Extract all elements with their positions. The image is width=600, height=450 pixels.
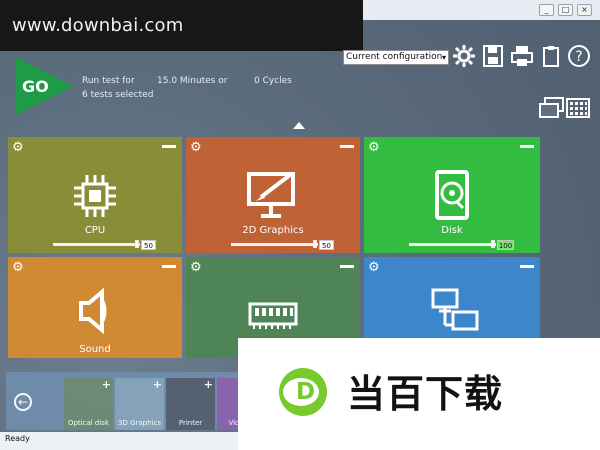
download-watermark-text: 当百下载: [347, 372, 504, 416]
minimize-button[interactable]: _: [539, 4, 554, 16]
go-label: GO: [22, 77, 49, 96]
tile-gear-icon[interactable]: ⚙: [368, 261, 382, 275]
cpu-icon: [74, 175, 116, 217]
gear-icon[interactable]: [452, 44, 476, 68]
optical-disk-item[interactable]: + Optical disk: [64, 378, 113, 430]
run-label: Run test for: [82, 76, 135, 86]
speaker-icon: [79, 288, 107, 334]
intensity-slider[interactable]: [409, 243, 496, 246]
tile-minus-icon[interactable]: [520, 265, 534, 268]
save-icon[interactable]: [481, 44, 505, 68]
add-icon[interactable]: +: [153, 378, 162, 391]
memory-icon: [248, 302, 298, 329]
intensity-slider[interactable]: [53, 243, 140, 246]
configuration-select[interactable]: Current configuration: [343, 50, 449, 65]
tile-minus-icon[interactable]: [520, 145, 534, 148]
tile-2d-graphics[interactable]: ⚙ 2D Graphics 50: [186, 137, 360, 253]
tile-label: Disk: [441, 225, 463, 236]
download-logo: [279, 368, 327, 416]
disk-icon: [435, 170, 469, 220]
add-icon[interactable]: +: [102, 378, 111, 391]
tile-disk[interactable]: ⚙ Disk 100: [364, 137, 540, 253]
tile-label: Sound: [79, 344, 111, 355]
grid-icon[interactable]: [566, 97, 590, 119]
hidden-tests-bar: ← +Optical disk +3D Graphics +Printer +V…: [6, 372, 266, 430]
cycles: 0 Cycles: [254, 76, 292, 86]
intensity-value: 100: [497, 240, 514, 250]
tile-gear-icon[interactable]: ⚙: [12, 261, 26, 275]
help-icon[interactable]: ?: [567, 44, 591, 68]
clipboard-icon[interactable]: [539, 44, 563, 68]
restore-button[interactable]: □: [558, 4, 573, 16]
tile-minus-icon[interactable]: [340, 145, 354, 148]
slider-knob[interactable]: [313, 240, 317, 248]
selected-count: 6 tests selected: [82, 90, 154, 100]
tile-gear-icon[interactable]: ⚙: [190, 261, 204, 275]
tile-label: 2D Graphics: [242, 225, 304, 236]
intensity-slider[interactable]: [231, 243, 318, 246]
tile-label: CPU: [84, 225, 106, 236]
svg-text:?: ?: [575, 49, 582, 65]
tile-sound[interactable]: ⚙ Sound: [8, 257, 182, 358]
intensity-value: 50: [319, 240, 334, 250]
tile-gear-icon[interactable]: ⚙: [190, 141, 204, 155]
3d-graphics-item[interactable]: +3D Graphics: [115, 378, 164, 430]
monitor-brush-icon: [247, 172, 295, 218]
tile-gear-icon[interactable]: ⚙: [368, 141, 382, 155]
tile-cpu[interactable]: ⚙ CPU 50: [8, 137, 182, 253]
download-watermark: 当百下载: [238, 338, 600, 450]
watermark: www.downbai.com: [0, 0, 363, 51]
add-icon[interactable]: +: [204, 378, 213, 391]
tile-minus-icon[interactable]: [162, 265, 176, 268]
tile-minus-icon[interactable]: [162, 145, 176, 148]
collapse-arrow[interactable]: [293, 122, 305, 129]
tile-gear-icon[interactable]: ⚙: [12, 141, 26, 155]
intensity-value: 50: [141, 240, 156, 250]
slider-knob[interactable]: [135, 240, 139, 248]
previous-arrow-icon[interactable]: ←: [14, 393, 32, 411]
printer-icon[interactable]: [510, 44, 534, 68]
windows-icon[interactable]: [539, 97, 564, 119]
close-button[interactable]: ×: [577, 4, 592, 16]
duration: 15.0 Minutes or: [157, 76, 228, 86]
tile-minus-icon[interactable]: [340, 265, 354, 268]
slider-knob[interactable]: [491, 240, 495, 248]
application-window: _ □ × www.downbai.com GO Run test for 15…: [0, 0, 600, 450]
network-icon: [431, 288, 479, 331]
printer-item[interactable]: + Printer: [166, 378, 215, 430]
